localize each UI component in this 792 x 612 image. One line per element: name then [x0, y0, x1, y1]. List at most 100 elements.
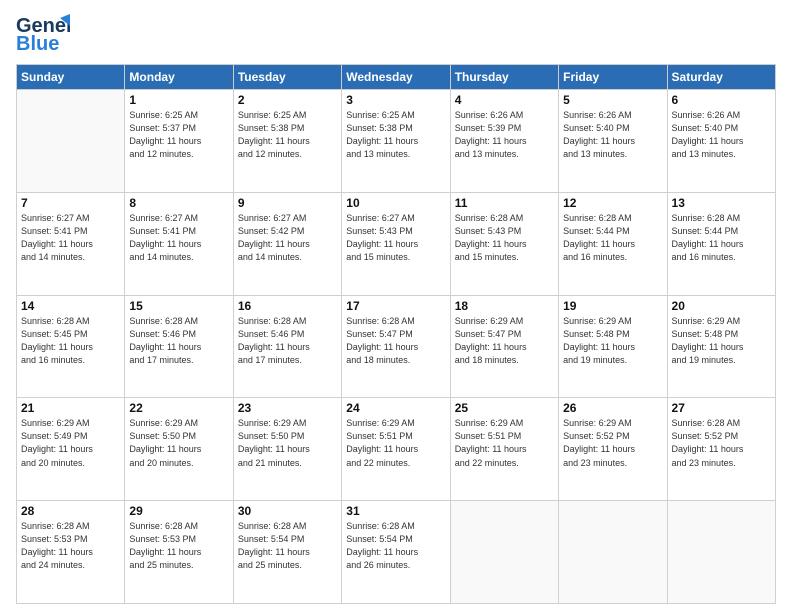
calendar-cell: 5 Sunrise: 6:26 AM Sunset: 5:40 PM Daylig… — [559, 90, 667, 193]
week-row-1: 7 Sunrise: 6:27 AM Sunset: 5:41 PM Daylig… — [17, 192, 776, 295]
week-row-4: 28 Sunrise: 6:28 AM Sunset: 5:53 PM Dayli… — [17, 501, 776, 604]
day-number: 7 — [21, 196, 120, 210]
calendar-cell: 30Sunrise: 6:28 AM Sunset: 5:54 PM Dayli… — [233, 501, 341, 604]
calendar-cell: 9Sunrise: 6:27 AM Sunset: 5:42 PM Daylig… — [233, 192, 341, 295]
day-number: 5 — [563, 93, 662, 107]
calendar-cell: 26 Sunrise: 6:29 AM Sunset: 5:52 PM Dayli… — [559, 398, 667, 501]
day-detail: Sunrise: 6:28 AM Sunset: 5:44 PM Dayligh… — [563, 212, 662, 264]
day-detail: Sunrise: 6:25 AM Sunset: 5:38 PM Dayligh… — [238, 109, 337, 161]
weekday-header-sunday: Sunday — [17, 65, 125, 90]
calendar-cell: 1Sunrise: 6:25 AM Sunset: 5:37 PM Daylig… — [125, 90, 233, 193]
day-number: 24 — [346, 401, 445, 415]
weekday-header-monday: Monday — [125, 65, 233, 90]
day-number: 15 — [129, 299, 228, 313]
day-detail: Sunrise: 6:29 AM Sunset: 5:49 PM Dayligh… — [21, 417, 120, 469]
day-detail: Sunrise: 6:29 AM Sunset: 5:51 PM Dayligh… — [346, 417, 445, 469]
day-detail: Sunrise: 6:28 AM Sunset: 5:46 PM Dayligh… — [238, 315, 337, 367]
svg-text:Blue: Blue — [16, 33, 59, 55]
calendar-cell: 2 Sunrise: 6:25 AM Sunset: 5:38 PM Daylig… — [233, 90, 341, 193]
day-detail: Sunrise: 6:28 AM Sunset: 5:52 PM Dayligh… — [672, 417, 771, 469]
day-detail: Sunrise: 6:28 AM Sunset: 5:53 PM Dayligh… — [21, 520, 120, 572]
calendar-table: SundayMondayTuesdayWednesdayThursdayFrid… — [16, 64, 776, 604]
day-number: 28 — [21, 504, 120, 518]
calendar-cell — [17, 90, 125, 193]
day-detail: Sunrise: 6:27 AM Sunset: 5:43 PM Dayligh… — [346, 212, 445, 264]
week-row-3: 21 Sunrise: 6:29 AM Sunset: 5:49 PM Dayli… — [17, 398, 776, 501]
calendar-cell — [450, 501, 558, 604]
day-detail: Sunrise: 6:29 AM Sunset: 5:47 PM Dayligh… — [455, 315, 554, 367]
day-detail: Sunrise: 6:27 AM Sunset: 5:41 PM Dayligh… — [21, 212, 120, 264]
day-number: 31 — [346, 504, 445, 518]
day-detail: Sunrise: 6:29 AM Sunset: 5:50 PM Dayligh… — [129, 417, 228, 469]
calendar-cell: 25Sunrise: 6:29 AM Sunset: 5:51 PM Dayli… — [450, 398, 558, 501]
calendar-cell: 19 Sunrise: 6:29 AM Sunset: 5:48 PM Dayli… — [559, 295, 667, 398]
day-detail: Sunrise: 6:28 AM Sunset: 5:54 PM Dayligh… — [346, 520, 445, 572]
weekday-header-saturday: Saturday — [667, 65, 775, 90]
day-detail: Sunrise: 6:28 AM Sunset: 5:53 PM Dayligh… — [129, 520, 228, 572]
calendar-cell: 10Sunrise: 6:27 AM Sunset: 5:43 PM Dayli… — [342, 192, 450, 295]
day-number: 26 — [563, 401, 662, 415]
calendar-cell: 27 Sunrise: 6:28 AM Sunset: 5:52 PM Dayli… — [667, 398, 775, 501]
calendar-cell: 24 Sunrise: 6:29 AM Sunset: 5:51 PM Dayli… — [342, 398, 450, 501]
day-detail: Sunrise: 6:28 AM Sunset: 5:44 PM Dayligh… — [672, 212, 771, 264]
calendar-cell: 8Sunrise: 6:27 AM Sunset: 5:41 PM Daylig… — [125, 192, 233, 295]
logo-icon: General Blue — [16, 12, 70, 56]
day-number: 16 — [238, 299, 337, 313]
day-number: 20 — [672, 299, 771, 313]
calendar-cell: 21 Sunrise: 6:29 AM Sunset: 5:49 PM Dayli… — [17, 398, 125, 501]
calendar-cell: 16 Sunrise: 6:28 AM Sunset: 5:46 PM Dayli… — [233, 295, 341, 398]
weekday-header-thursday: Thursday — [450, 65, 558, 90]
day-detail: Sunrise: 6:28 AM Sunset: 5:47 PM Dayligh… — [346, 315, 445, 367]
day-number: 22 — [129, 401, 228, 415]
day-number: 9 — [238, 196, 337, 210]
calendar-cell: 18 Sunrise: 6:29 AM Sunset: 5:47 PM Dayli… — [450, 295, 558, 398]
calendar-cell: 28 Sunrise: 6:28 AM Sunset: 5:53 PM Dayli… — [17, 501, 125, 604]
week-row-0: 1Sunrise: 6:25 AM Sunset: 5:37 PM Daylig… — [17, 90, 776, 193]
day-detail: Sunrise: 6:27 AM Sunset: 5:41 PM Dayligh… — [129, 212, 228, 264]
calendar-cell: 3 Sunrise: 6:25 AM Sunset: 5:38 PM Daylig… — [342, 90, 450, 193]
day-detail: Sunrise: 6:26 AM Sunset: 5:40 PM Dayligh… — [563, 109, 662, 161]
day-number: 6 — [672, 93, 771, 107]
calendar-cell: 13 Sunrise: 6:28 AM Sunset: 5:44 PM Dayli… — [667, 192, 775, 295]
weekday-header-friday: Friday — [559, 65, 667, 90]
day-detail: Sunrise: 6:25 AM Sunset: 5:38 PM Dayligh… — [346, 109, 445, 161]
day-number: 29 — [129, 504, 228, 518]
day-detail: Sunrise: 6:29 AM Sunset: 5:48 PM Dayligh… — [563, 315, 662, 367]
day-detail: Sunrise: 6:29 AM Sunset: 5:50 PM Dayligh… — [238, 417, 337, 469]
day-detail: Sunrise: 6:28 AM Sunset: 5:43 PM Dayligh… — [455, 212, 554, 264]
day-number: 14 — [21, 299, 120, 313]
day-number: 27 — [672, 401, 771, 415]
calendar-cell: 31 Sunrise: 6:28 AM Sunset: 5:54 PM Dayli… — [342, 501, 450, 604]
header: General Blue — [16, 12, 776, 56]
day-number: 2 — [238, 93, 337, 107]
week-row-2: 14 Sunrise: 6:28 AM Sunset: 5:45 PM Dayli… — [17, 295, 776, 398]
day-detail: Sunrise: 6:25 AM Sunset: 5:37 PM Dayligh… — [129, 109, 228, 161]
day-detail: Sunrise: 6:29 AM Sunset: 5:51 PM Dayligh… — [455, 417, 554, 469]
calendar-cell: 29 Sunrise: 6:28 AM Sunset: 5:53 PM Dayli… — [125, 501, 233, 604]
calendar-cell — [667, 501, 775, 604]
day-number: 17 — [346, 299, 445, 313]
day-number: 18 — [455, 299, 554, 313]
logo-area: General Blue — [16, 12, 70, 56]
calendar-cell: 15 Sunrise: 6:28 AM Sunset: 5:46 PM Dayli… — [125, 295, 233, 398]
calendar-cell: 7 Sunrise: 6:27 AM Sunset: 5:41 PM Daylig… — [17, 192, 125, 295]
weekday-header-wednesday: Wednesday — [342, 65, 450, 90]
calendar-cell: 11 Sunrise: 6:28 AM Sunset: 5:43 PM Dayli… — [450, 192, 558, 295]
day-detail: Sunrise: 6:26 AM Sunset: 5:39 PM Dayligh… — [455, 109, 554, 161]
day-number: 11 — [455, 196, 554, 210]
calendar-cell: 14 Sunrise: 6:28 AM Sunset: 5:45 PM Dayli… — [17, 295, 125, 398]
day-number: 19 — [563, 299, 662, 313]
day-number: 30 — [238, 504, 337, 518]
day-number: 21 — [21, 401, 120, 415]
day-number: 3 — [346, 93, 445, 107]
calendar-cell — [559, 501, 667, 604]
day-detail: Sunrise: 6:28 AM Sunset: 5:46 PM Dayligh… — [129, 315, 228, 367]
page: General Blue SundayMondayTuesdayWednesda… — [0, 0, 792, 612]
calendar-cell: 6 Sunrise: 6:26 AM Sunset: 5:40 PM Daylig… — [667, 90, 775, 193]
day-number: 23 — [238, 401, 337, 415]
day-detail: Sunrise: 6:26 AM Sunset: 5:40 PM Dayligh… — [672, 109, 771, 161]
calendar-cell: 20Sunrise: 6:29 AM Sunset: 5:48 PM Dayli… — [667, 295, 775, 398]
day-number: 13 — [672, 196, 771, 210]
day-detail: Sunrise: 6:29 AM Sunset: 5:52 PM Dayligh… — [563, 417, 662, 469]
day-detail: Sunrise: 6:28 AM Sunset: 5:45 PM Dayligh… — [21, 315, 120, 367]
